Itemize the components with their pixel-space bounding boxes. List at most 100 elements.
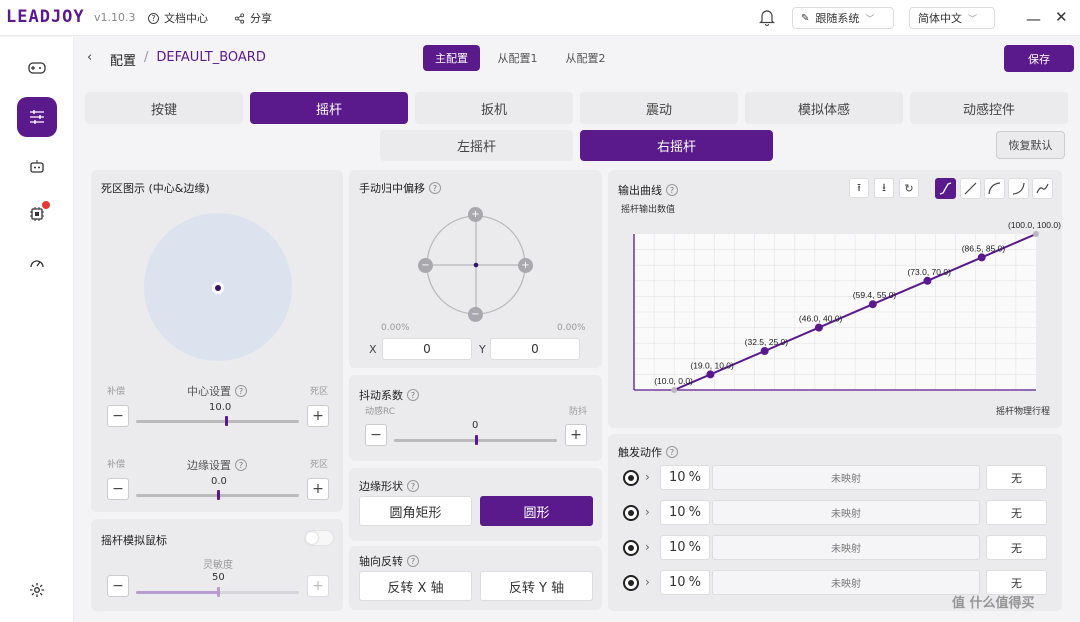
- edge-shape-circle[interactable]: 圆形: [480, 496, 593, 526]
- trigger-threshold-input[interactable]: 10%: [660, 570, 710, 595]
- minimize-icon[interactable]: —: [1026, 10, 1041, 28]
- output-curve-chart[interactable]: (10.0, 0.0) (19.0, 10.0) (32.5, 25.0) (46.0…: [608, 210, 1062, 410]
- profile-sub1-button[interactable]: 从配置1: [489, 45, 546, 71]
- sidebar-item-tuning[interactable]: [17, 97, 57, 137]
- trigger-mapping-field[interactable]: 未映射: [712, 570, 980, 595]
- edge-increase-button[interactable]: +: [307, 478, 329, 500]
- mouse-title: 摇杆模拟鼠标: [101, 534, 167, 547]
- close-icon[interactable]: ✕: [1055, 8, 1068, 26]
- edge-shape-rounded-rect[interactable]: 圆角矩形: [359, 496, 472, 526]
- help-icon[interactable]: ?: [407, 555, 419, 567]
- trigger-threshold-value: 10: [669, 575, 686, 590]
- jitter-right-label: 防抖: [569, 407, 588, 417]
- trigger-mapping-field[interactable]: 未映射: [712, 535, 980, 560]
- trigger-threshold-value: 10: [669, 470, 686, 485]
- jitter-increase-button[interactable]: +: [565, 424, 587, 446]
- invert-x-button[interactable]: 反转 X 轴: [359, 571, 472, 601]
- restore-default-button[interactable]: 恢复默认: [996, 131, 1065, 159]
- trigger-mapping-field[interactable]: 未映射: [712, 500, 980, 525]
- offset-down-button[interactable]: −: [468, 307, 483, 322]
- curve-preset-linear-icon[interactable]: [960, 178, 981, 199]
- notification-badge: [42, 201, 50, 209]
- edge-slider-thumb[interactable]: [216, 490, 220, 500]
- reset-icon[interactable]: ↻: [899, 178, 919, 198]
- mouse-toggle[interactable]: [304, 530, 334, 546]
- tab-joystick[interactable]: 摇杆: [250, 92, 408, 124]
- toggle-knob: [306, 532, 318, 544]
- stick-down-icon: [623, 505, 639, 521]
- tab-right-stick[interactable]: 右摇杆: [580, 130, 773, 161]
- trigger-action-select[interactable]: 无: [986, 500, 1047, 525]
- edge-value: 0.0: [211, 476, 227, 487]
- curve-preset-scurve-icon[interactable]: [935, 178, 956, 199]
- tab-motion-controls[interactable]: 动感控件: [910, 92, 1068, 124]
- trigger-threshold-input[interactable]: 10%: [660, 465, 710, 490]
- offset-title-text: 手动归中偏移: [359, 182, 425, 195]
- trigger-action-select[interactable]: 无: [986, 465, 1047, 490]
- offset-up-button[interactable]: +: [468, 207, 483, 222]
- help-icon[interactable]: ?: [429, 182, 441, 194]
- sidebar-item-settings[interactable]: [17, 570, 57, 610]
- tab-vibration[interactable]: 震动: [580, 92, 738, 124]
- center-slider-thumb[interactable]: [224, 416, 228, 426]
- bell-icon[interactable]: [759, 9, 775, 29]
- help-icon[interactable]: ?: [407, 480, 419, 492]
- tab-motion[interactable]: 模拟体感: [745, 92, 903, 124]
- save-button[interactable]: 保存: [1004, 45, 1074, 72]
- language-select[interactable]: 简体中文 ﹀: [909, 7, 995, 29]
- trigger-action-select[interactable]: 无: [986, 535, 1047, 560]
- offset-y-input[interactable]: 0: [490, 338, 580, 360]
- theme-select[interactable]: ✎ 跟随系统 ﹀: [792, 7, 894, 29]
- chart-point: [814, 323, 823, 332]
- offset-title: 手动归中偏移?: [359, 180, 441, 196]
- sidebar-item-gamepad[interactable]: [17, 48, 57, 88]
- center-slider[interactable]: [136, 420, 299, 423]
- deadzone-title: 死区图示 (中心&边缘): [101, 182, 210, 195]
- help-icon[interactable]: ?: [666, 184, 678, 196]
- sensitivity-increase-button[interactable]: +: [307, 575, 329, 597]
- tab-trigger[interactable]: 扳机: [415, 92, 573, 124]
- profile-main-button[interactable]: 主配置: [423, 45, 480, 71]
- chart-point-label: (19.0, 10.0): [690, 360, 734, 370]
- trigger-threshold-input[interactable]: 10%: [660, 500, 710, 525]
- breadcrumb-root[interactable]: 配置: [110, 50, 136, 69]
- jitter-decrease-button[interactable]: −: [365, 424, 387, 446]
- center-setting-label: 中心设置?: [187, 383, 247, 399]
- chevron-down-icon: ﹀: [968, 14, 978, 25]
- edge-decrease-button[interactable]: −: [107, 478, 129, 500]
- download-icon[interactable]: ⭳: [874, 178, 894, 198]
- back-icon[interactable]: ‹: [87, 50, 92, 65]
- invert-y-button[interactable]: 反转 Y 轴: [480, 571, 593, 601]
- tab-left-stick[interactable]: 左摇杆: [380, 130, 573, 161]
- help-icon[interactable]: ?: [235, 459, 247, 471]
- chart-point-label: (10.0, 0.0): [654, 376, 693, 386]
- watermark: 值 什么值得买: [952, 596, 1035, 611]
- docs-link[interactable]: ? 文档中心: [148, 10, 208, 26]
- jitter-slider-thumb[interactable]: [474, 435, 478, 445]
- trigger-mapping-field[interactable]: 未映射: [712, 465, 980, 490]
- center-increase-button[interactable]: +: [307, 405, 329, 427]
- curve-preset-convex-icon[interactable]: [1008, 178, 1029, 199]
- sidebar-item-chip[interactable]: [17, 194, 57, 234]
- offset-x-input[interactable]: 0: [382, 338, 472, 360]
- help-icon[interactable]: ?: [666, 446, 678, 458]
- sidebar-item-speed[interactable]: [17, 243, 57, 283]
- curve-preset-wave-icon[interactable]: [1032, 178, 1053, 199]
- help-icon[interactable]: ?: [407, 389, 419, 401]
- center-decrease-button[interactable]: −: [107, 405, 129, 427]
- sensitivity-decrease-button[interactable]: −: [107, 575, 129, 597]
- trigger-threshold-unit: %: [688, 575, 701, 590]
- sensitivity-slider-thumb[interactable]: [216, 587, 220, 597]
- axis-invert-title: 轴向反转?: [359, 553, 419, 569]
- offset-left-button[interactable]: −: [418, 258, 433, 273]
- share-link[interactable]: 分享: [234, 10, 272, 26]
- chevron-right-icon: ›: [645, 540, 650, 554]
- upload-icon[interactable]: ⭱: [849, 178, 869, 198]
- sidebar-item-robot[interactable]: [17, 146, 57, 186]
- curve-preset-concave-icon[interactable]: [984, 178, 1005, 199]
- help-icon[interactable]: ?: [235, 385, 247, 397]
- trigger-threshold-input[interactable]: 10%: [660, 535, 710, 560]
- offset-right-button[interactable]: +: [518, 258, 533, 273]
- tab-buttons[interactable]: 按键: [85, 92, 243, 124]
- profile-sub2-button[interactable]: 从配置2: [557, 45, 614, 71]
